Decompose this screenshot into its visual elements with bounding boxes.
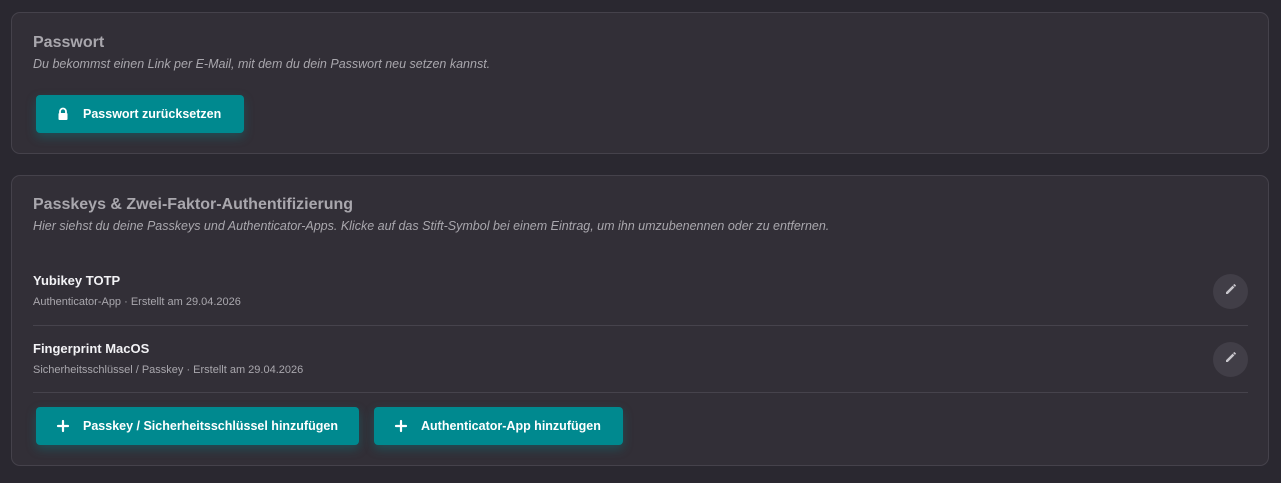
divider: [33, 392, 1248, 393]
entry-name: Fingerprint MacOS: [33, 341, 150, 356]
pencil-icon: [1224, 350, 1238, 369]
edit-entry-button[interactable]: [1213, 342, 1248, 377]
passkeys-card: Passkeys & Zwei-Faktor-Authentifizierung…: [11, 175, 1269, 466]
pencil-icon: [1224, 282, 1238, 301]
edit-entry-button[interactable]: [1213, 274, 1248, 309]
add-authenticator-app-label: Authenticator-App hinzufügen: [421, 419, 601, 433]
reset-password-button[interactable]: Passwort zurücksetzen: [36, 95, 244, 133]
password-subtitle: Du bekommst einen Link per E-Mail, mit d…: [33, 57, 491, 71]
list-item: Yubikey TOTP Authenticator-App · Erstell…: [33, 266, 1248, 325]
passkeys-subtitle: Hier siehst du deine Passkeys und Authen…: [33, 219, 830, 233]
plus-icon: [56, 419, 70, 433]
entry-meta: Authenticator-App · Erstellt am 29.04.20…: [33, 296, 241, 308]
entry-meta: Sicherheitsschlüssel / Passkey · Erstell…: [33, 364, 304, 376]
add-passkey-label: Passkey / Sicherheitsschlüssel hinzufüge…: [83, 419, 338, 433]
entry-name: Yubikey TOTP: [33, 273, 121, 288]
list-item: Fingerprint MacOS Sicherheitsschlüssel /…: [33, 334, 1248, 392]
divider: [33, 325, 1248, 326]
passkeys-title: Passkeys & Zwei-Faktor-Authentifizierung: [33, 196, 354, 213]
plus-icon: [394, 419, 408, 433]
password-title: Passwort: [33, 34, 105, 51]
reset-password-label: Passwort zurücksetzen: [83, 107, 222, 121]
password-card: Passwort Du bekommst einen Link per E-Ma…: [11, 12, 1269, 154]
lock-icon: [56, 107, 70, 121]
add-passkey-button[interactable]: Passkey / Sicherheitsschlüssel hinzufüge…: [36, 407, 359, 445]
add-authenticator-app-button[interactable]: Authenticator-App hinzufügen: [374, 407, 623, 445]
